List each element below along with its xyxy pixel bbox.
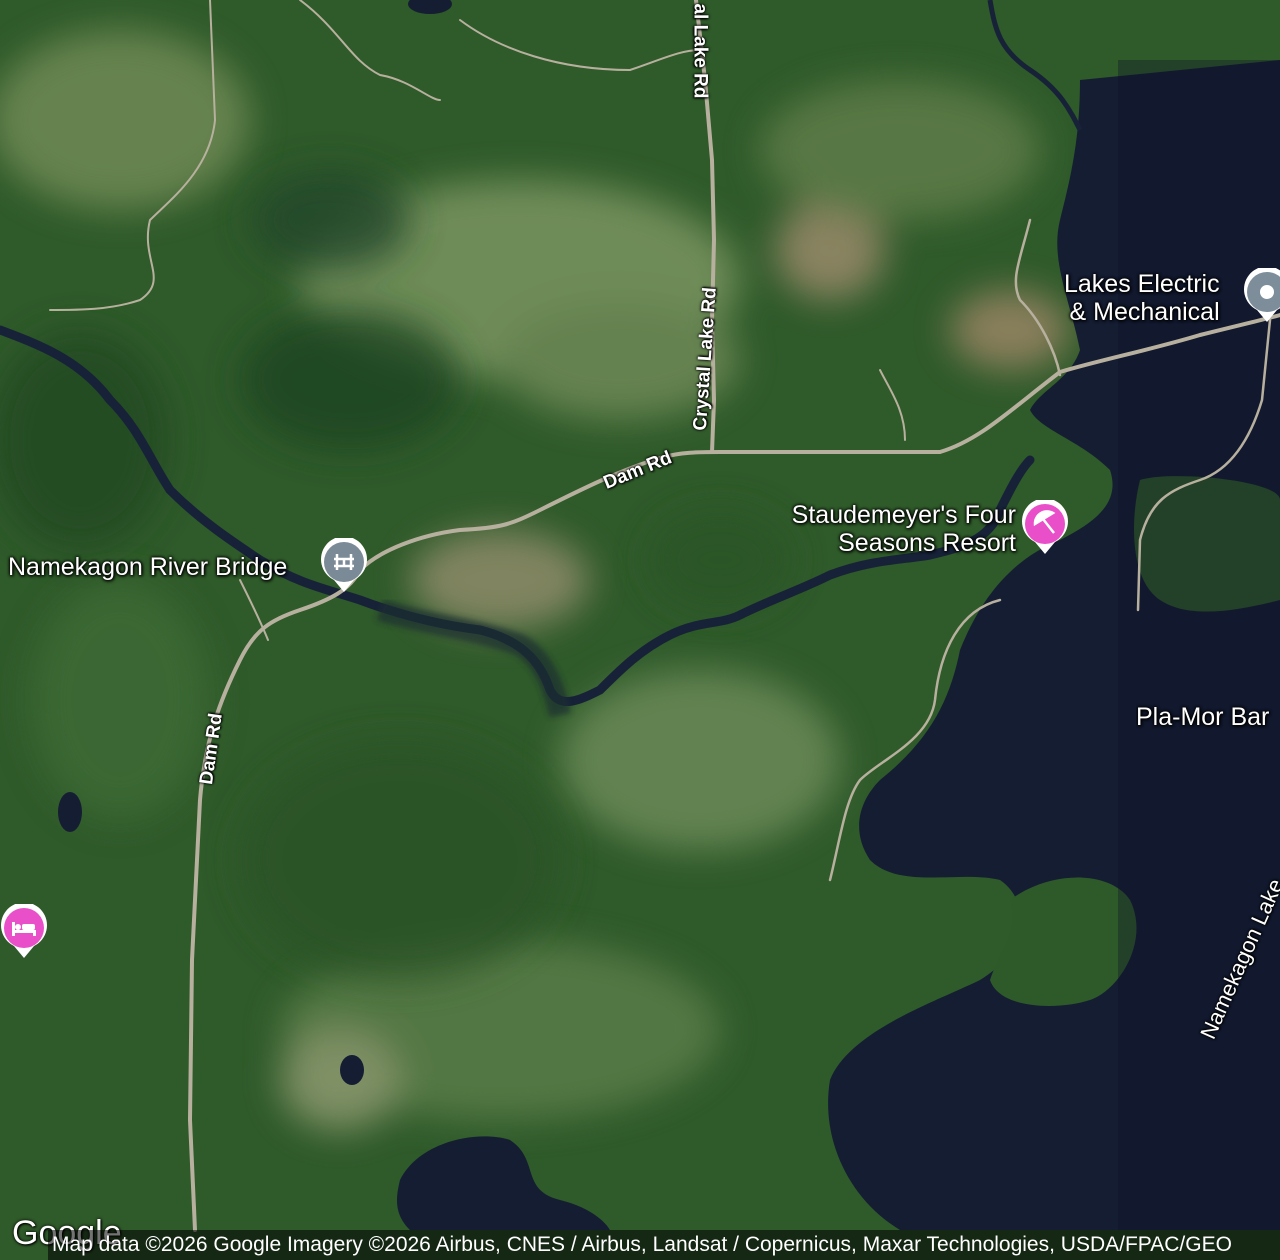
poi-label-line: Lakes Electric — [1064, 270, 1220, 298]
map-attribution: Map data ©2026 Google Imagery ©2026 Airb… — [48, 1230, 1280, 1260]
poi-label-staudemeyers-resort[interactable]: Staudemeyer's Four Seasons Resort — [766, 501, 1016, 557]
poi-label-line: Staudemeyer's Four — [791, 501, 1016, 529]
poi-label-pla-mor-bar[interactable]: Pla-Mor Bar — [1136, 703, 1280, 731]
imagery-tile-overlay — [1118, 60, 1280, 1230]
business-pin[interactable] — [1243, 268, 1280, 324]
satellite-map[interactable] — [0, 0, 1280, 1260]
location-dot-icon — [1260, 285, 1274, 299]
poi-label-line: Seasons Resort — [838, 529, 1016, 557]
poi-label-line: & Mechanical — [1069, 298, 1220, 326]
lodging-pin[interactable] — [0, 904, 48, 960]
poi-label-lakes-electric[interactable]: Lakes Electric & Mechanical — [1064, 270, 1220, 326]
pond — [58, 792, 82, 832]
bridge-pin[interactable] — [320, 538, 368, 594]
poi-label-namekagon-river-bridge[interactable]: Namekagon River Bridge — [8, 553, 287, 581]
resort-pin[interactable] — [1021, 500, 1069, 556]
road-label-crystal-lake-rd-upper: al Lake Rd — [689, 3, 711, 99]
pond — [340, 1055, 364, 1085]
